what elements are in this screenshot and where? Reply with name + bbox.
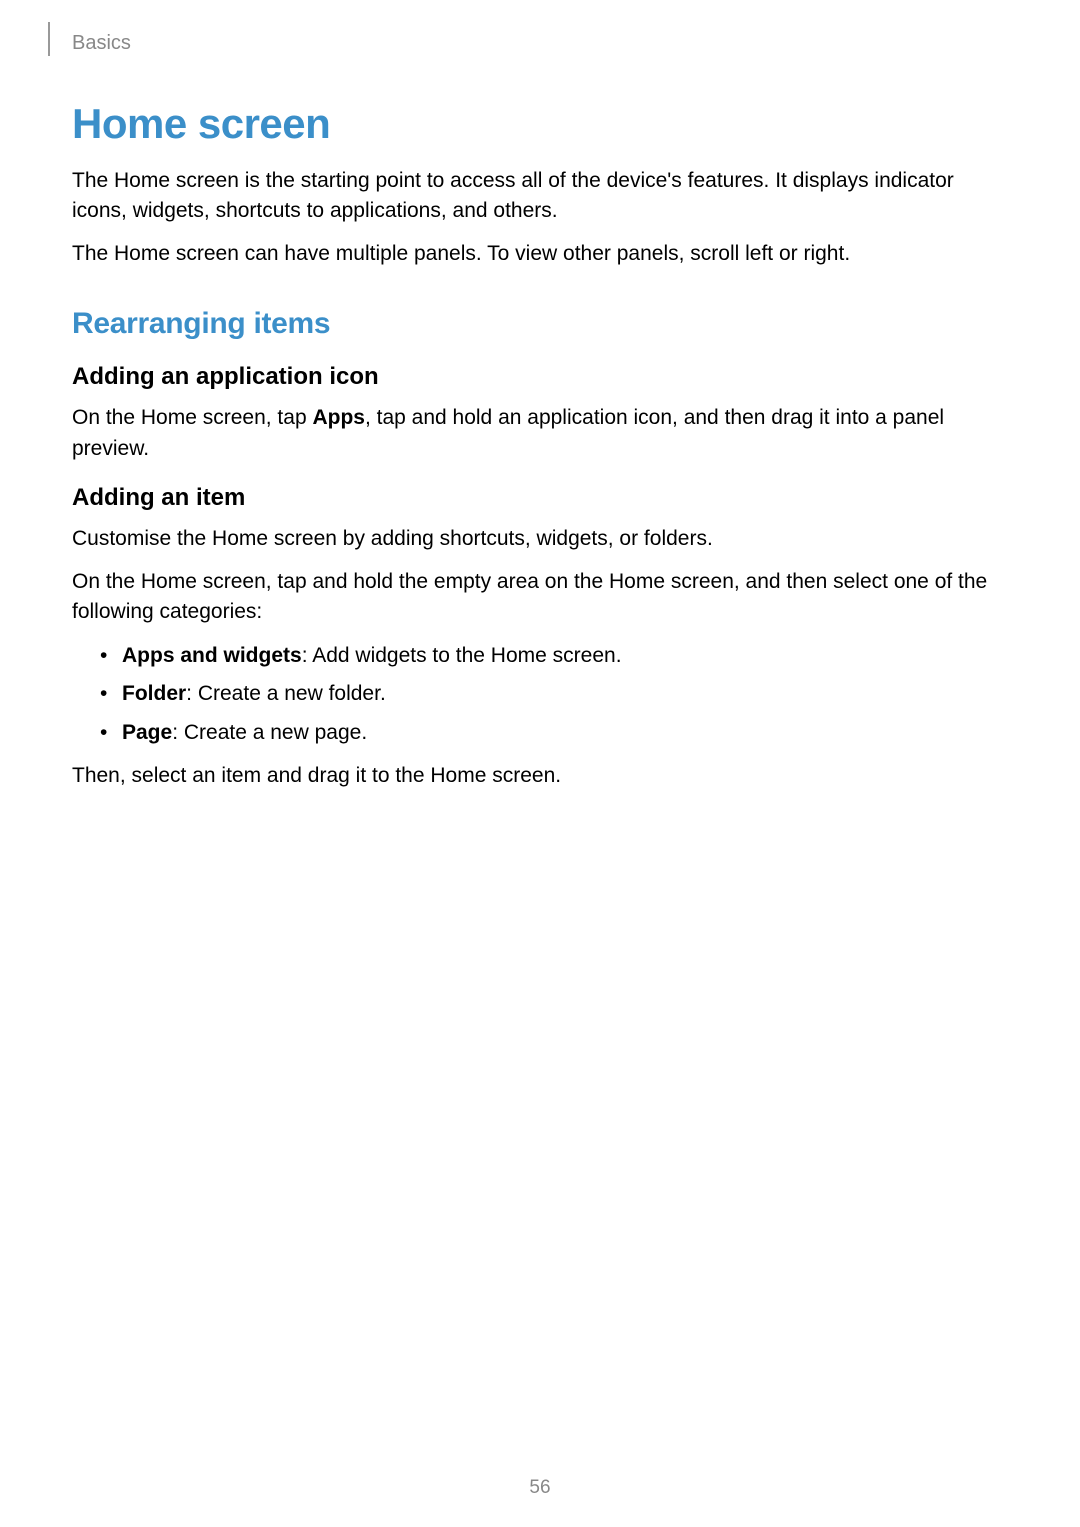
bullet-bold: Apps and widgets <box>122 644 302 667</box>
list-item: Page: Create a new page. <box>100 717 1008 750</box>
subheading-adding-item: Adding an item <box>72 484 1008 512</box>
page-title: Home screen <box>72 100 1008 148</box>
bullet-bold: Folder <box>122 682 186 705</box>
adding-item-p2: On the Home screen, tap and hold the emp… <box>72 567 1008 628</box>
bullet-rest: : Create a new folder. <box>186 682 386 705</box>
list-item: Apps and widgets: Add widgets to the Hom… <box>100 640 1008 673</box>
adding-app-icon-paragraph: On the Home screen, tap Apps, tap and ho… <box>72 403 1008 464</box>
bullet-rest: : Add widgets to the Home screen. <box>302 644 622 667</box>
intro-paragraph-2: The Home screen can have multiple panels… <box>72 239 1008 269</box>
subheading-adding-app-icon: Adding an application icon <box>72 363 1008 391</box>
text-pre: On the Home screen, tap <box>72 406 312 429</box>
header-divider <box>48 22 50 56</box>
page-number: 56 <box>0 1477 1080 1499</box>
adding-item-p3: Then, select an item and drag it to the … <box>72 761 1008 791</box>
bullet-rest: : Create a new page. <box>172 721 367 744</box>
text-bold-apps: Apps <box>312 406 365 429</box>
list-item: Folder: Create a new folder. <box>100 678 1008 711</box>
adding-item-p1: Customise the Home screen by adding shor… <box>72 524 1008 554</box>
subheading-rearranging: Rearranging items <box>72 307 1008 341</box>
header-section-label: Basics <box>72 32 131 55</box>
page-content: Home screen The Home screen is the start… <box>72 100 1008 804</box>
intro-paragraph-1: The Home screen is the starting point to… <box>72 166 1008 227</box>
bullet-list: Apps and widgets: Add widgets to the Hom… <box>72 640 1008 750</box>
bullet-bold: Page <box>122 721 172 744</box>
